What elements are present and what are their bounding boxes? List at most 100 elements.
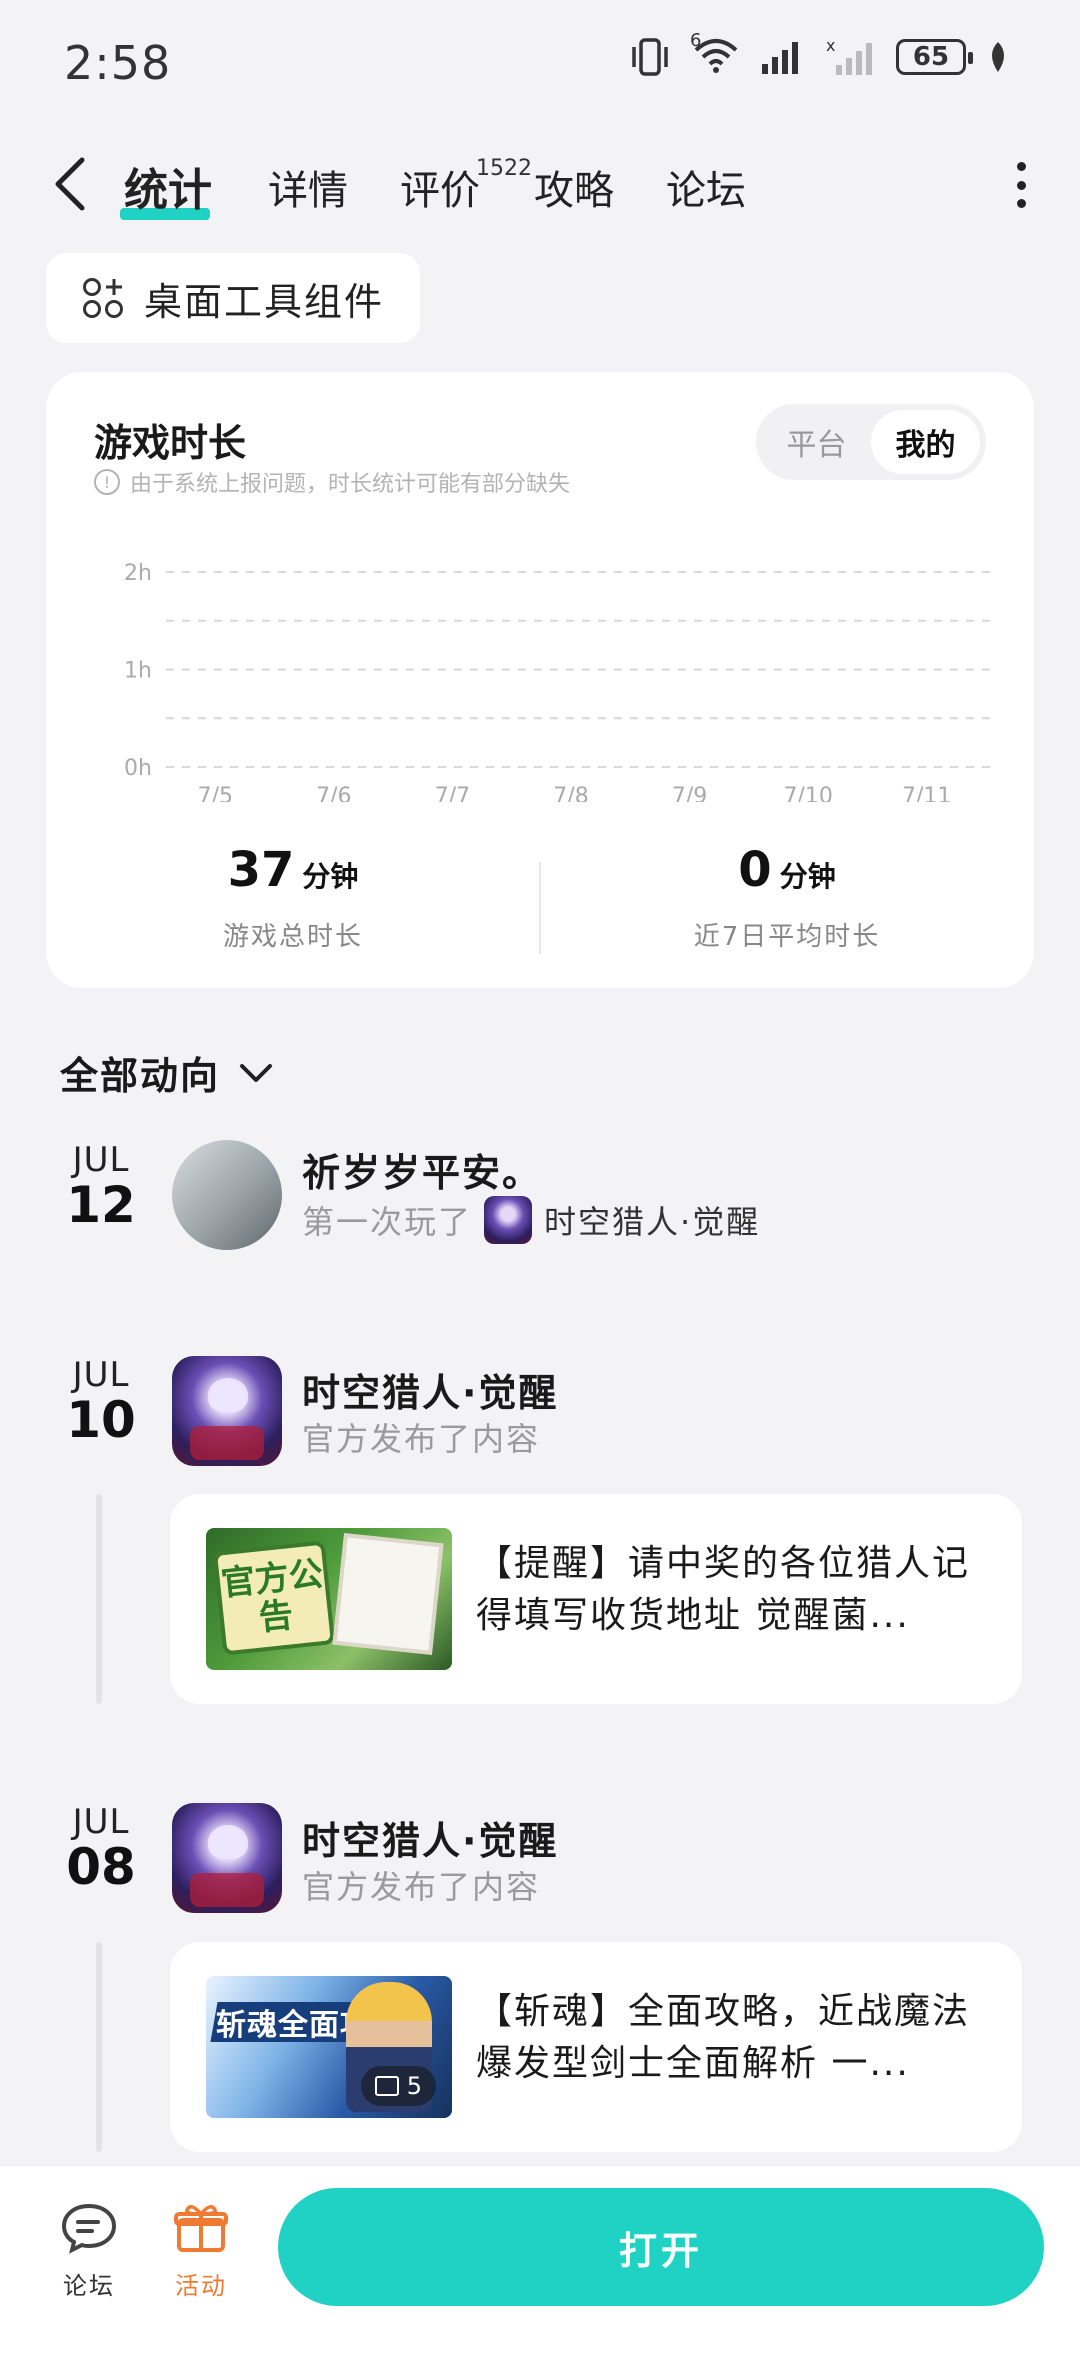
game-icon[interactable] — [172, 1356, 282, 1466]
feed-subtitle: 官方发布了内容 — [302, 1414, 540, 1460]
tab-guides[interactable]: 攻略 — [534, 158, 614, 216]
more-options-icon[interactable] — [1006, 162, 1036, 208]
source-segmented-control: 平台 我的 — [756, 404, 986, 480]
activity-filter-dropdown[interactable]: 全部动向 — [60, 1045, 274, 1100]
x-tick-label: 7/5 — [198, 784, 233, 802]
y-tick-label: 1h — [124, 659, 152, 684]
svg-text:x: x — [826, 37, 835, 55]
date-day: 12 — [66, 1176, 136, 1234]
game-mini-icon — [484, 1196, 533, 1244]
activity-label: 活动 — [175, 2272, 227, 2300]
post-thumbnail: 官方公告 — [206, 1528, 452, 1670]
post-card[interactable]: 斩魂全面攻略 5 【斩魂】全面攻略，近战魔法爆发型剑士全面解析 一... — [170, 1942, 1022, 2152]
date-day: 10 — [66, 1391, 136, 1449]
thumbnail-stamp: 官方公告 — [212, 1540, 336, 1656]
status-time: 2:58 — [64, 36, 172, 90]
total-time-label: 游戏总时长 — [222, 922, 363, 952]
total-time-value: 37 — [227, 842, 295, 898]
widgets-icon — [83, 278, 123, 318]
widget-chip-label: 桌面工具组件 — [144, 279, 385, 324]
date-day: 08 — [66, 1838, 136, 1896]
bottom-action-bar: 论坛 活动 打开 — [0, 2165, 1080, 2373]
feed-game-name[interactable]: 时空猎人·觉醒 — [302, 1362, 558, 1417]
x-tick-label: 7/11 — [902, 784, 951, 802]
forum-chat-icon — [61, 2203, 117, 2254]
card-note: ! 由于系统上报问题，时长统计可能有部分缺失 — [94, 466, 570, 498]
feed-subtitle: 官方发布了内容 — [302, 1862, 540, 1908]
back-icon[interactable] — [46, 156, 96, 212]
x-tick-label: 7/9 — [672, 784, 707, 802]
vibrate-icon — [632, 38, 668, 76]
forum-button[interactable]: 论坛 — [44, 2202, 134, 2301]
play-time-chart: 0h 1h 2h 7/5 7/6 7/7 7/8 7/9 7/10 7/11 — [124, 561, 996, 802]
tab-label: 评价 — [400, 168, 480, 214]
wifi-indicator: 6 — [690, 30, 740, 78]
stats-summary: 37 分钟 游戏总时长 0 分钟 近7日平均时长 — [46, 842, 1034, 962]
avg-time: 0 分钟 近7日平均时长 — [540, 842, 1034, 953]
avg-time-value: 0 — [738, 842, 772, 898]
feed-user-name[interactable]: 祈岁岁平安。 — [302, 1142, 542, 1197]
thumbnail-photo — [332, 1533, 444, 1655]
game-link[interactable]: 时空猎人·觉醒 — [544, 1197, 760, 1243]
signal-2-icon: x — [826, 37, 872, 75]
open-game-button[interactable]: 打开 — [278, 2188, 1044, 2306]
feed-date: JUL 10 — [46, 1355, 156, 1449]
filter-label: 全部动向 — [60, 1054, 221, 1098]
leaf-icon — [992, 42, 1004, 72]
card-title: 游戏时长 — [94, 421, 247, 465]
tab-label: 统计 — [124, 165, 212, 216]
reviews-count-badge: 1522 — [476, 156, 532, 181]
feed-date: JUL 12 — [46, 1140, 156, 1234]
timeline-rail — [96, 1942, 102, 2152]
post-title: 【提醒】请中奖的各位猎人记得填写收货地址 觉醒菌... — [476, 1543, 971, 1636]
forum-label: 论坛 — [63, 2272, 115, 2300]
post-title: 【斩魂】全面攻略，近战魔法爆发型剑士全面解析 一... — [476, 1991, 971, 2084]
tab-reviews[interactable]: 评价 1522 — [400, 156, 532, 216]
post-card[interactable]: 官方公告 【提醒】请中奖的各位猎人记得填写收货地址 觉醒菌... — [170, 1494, 1022, 1704]
note-text: 由于系统上报问题，时长统计可能有部分缺失 — [130, 472, 571, 497]
feed-game-name[interactable]: 时空猎人·觉醒 — [302, 1810, 558, 1865]
status-icons: 6 x 65 — [628, 30, 1010, 78]
timeline-rail — [96, 1494, 102, 1704]
total-time-unit: 分钟 — [302, 860, 359, 893]
avg-time-unit: 分钟 — [779, 860, 836, 893]
thumbnail-text: 官方公告 — [219, 1553, 325, 1639]
segment-platform[interactable]: 平台 — [762, 410, 871, 474]
image-count: 5 — [406, 2072, 422, 2100]
tab-stats[interactable]: 统计 — [120, 154, 212, 220]
user-avatar[interactable] — [172, 1140, 282, 1250]
y-tick-label: 0h — [124, 756, 152, 781]
total-time: 37 分钟 游戏总时长 — [46, 842, 540, 953]
battery-icon: 65 — [896, 39, 973, 75]
activity-button[interactable]: 活动 — [156, 2202, 246, 2301]
top-nav: 统计 详情 评价 1522 攻略 论坛 — [0, 140, 1080, 230]
play-time-card: 游戏时长 ! 由于系统上报问题，时长统计可能有部分缺失 平台 我的 0h 1h 2h… — [46, 372, 1034, 988]
feed-action: 官方发布了内容 — [302, 1868, 541, 1906]
network-type: 6 — [690, 30, 702, 51]
date-month: JUL — [72, 1355, 130, 1395]
date-month: JUL — [72, 1140, 130, 1180]
info-icon: ! — [94, 469, 120, 495]
feed-subtitle: 第一次玩了 时空猎人·觉醒 — [302, 1196, 760, 1244]
chevron-down-icon — [240, 1063, 273, 1082]
game-icon[interactable] — [172, 1803, 282, 1913]
tab-forum[interactable]: 论坛 — [666, 158, 746, 216]
tab-details[interactable]: 详情 — [268, 158, 348, 216]
post-thumbnail: 斩魂全面攻略 5 — [206, 1976, 452, 2118]
feed-action: 官方发布了内容 — [302, 1420, 541, 1458]
feed-action: 第一次玩了 — [302, 1203, 473, 1241]
gift-icon — [174, 2205, 228, 2252]
date-month: JUL — [72, 1802, 130, 1842]
image-count-badge: 5 — [360, 2066, 436, 2106]
signal-icon — [762, 42, 798, 74]
segment-mine[interactable]: 我的 — [871, 410, 980, 474]
battery-level: 65 — [912, 42, 950, 72]
y-tick-label: 2h — [124, 561, 152, 586]
x-tick-label: 7/6 — [316, 784, 351, 802]
x-tick-label: 7/8 — [553, 784, 588, 802]
x-tick-label: 7/10 — [783, 784, 832, 802]
tab-label: 详情 — [268, 168, 348, 214]
avg-time-label: 近7日平均时长 — [693, 922, 881, 952]
desktop-widget-button[interactable]: 桌面工具组件 — [46, 253, 420, 343]
status-bar: 2:58 6 x 65 — [0, 0, 1080, 120]
